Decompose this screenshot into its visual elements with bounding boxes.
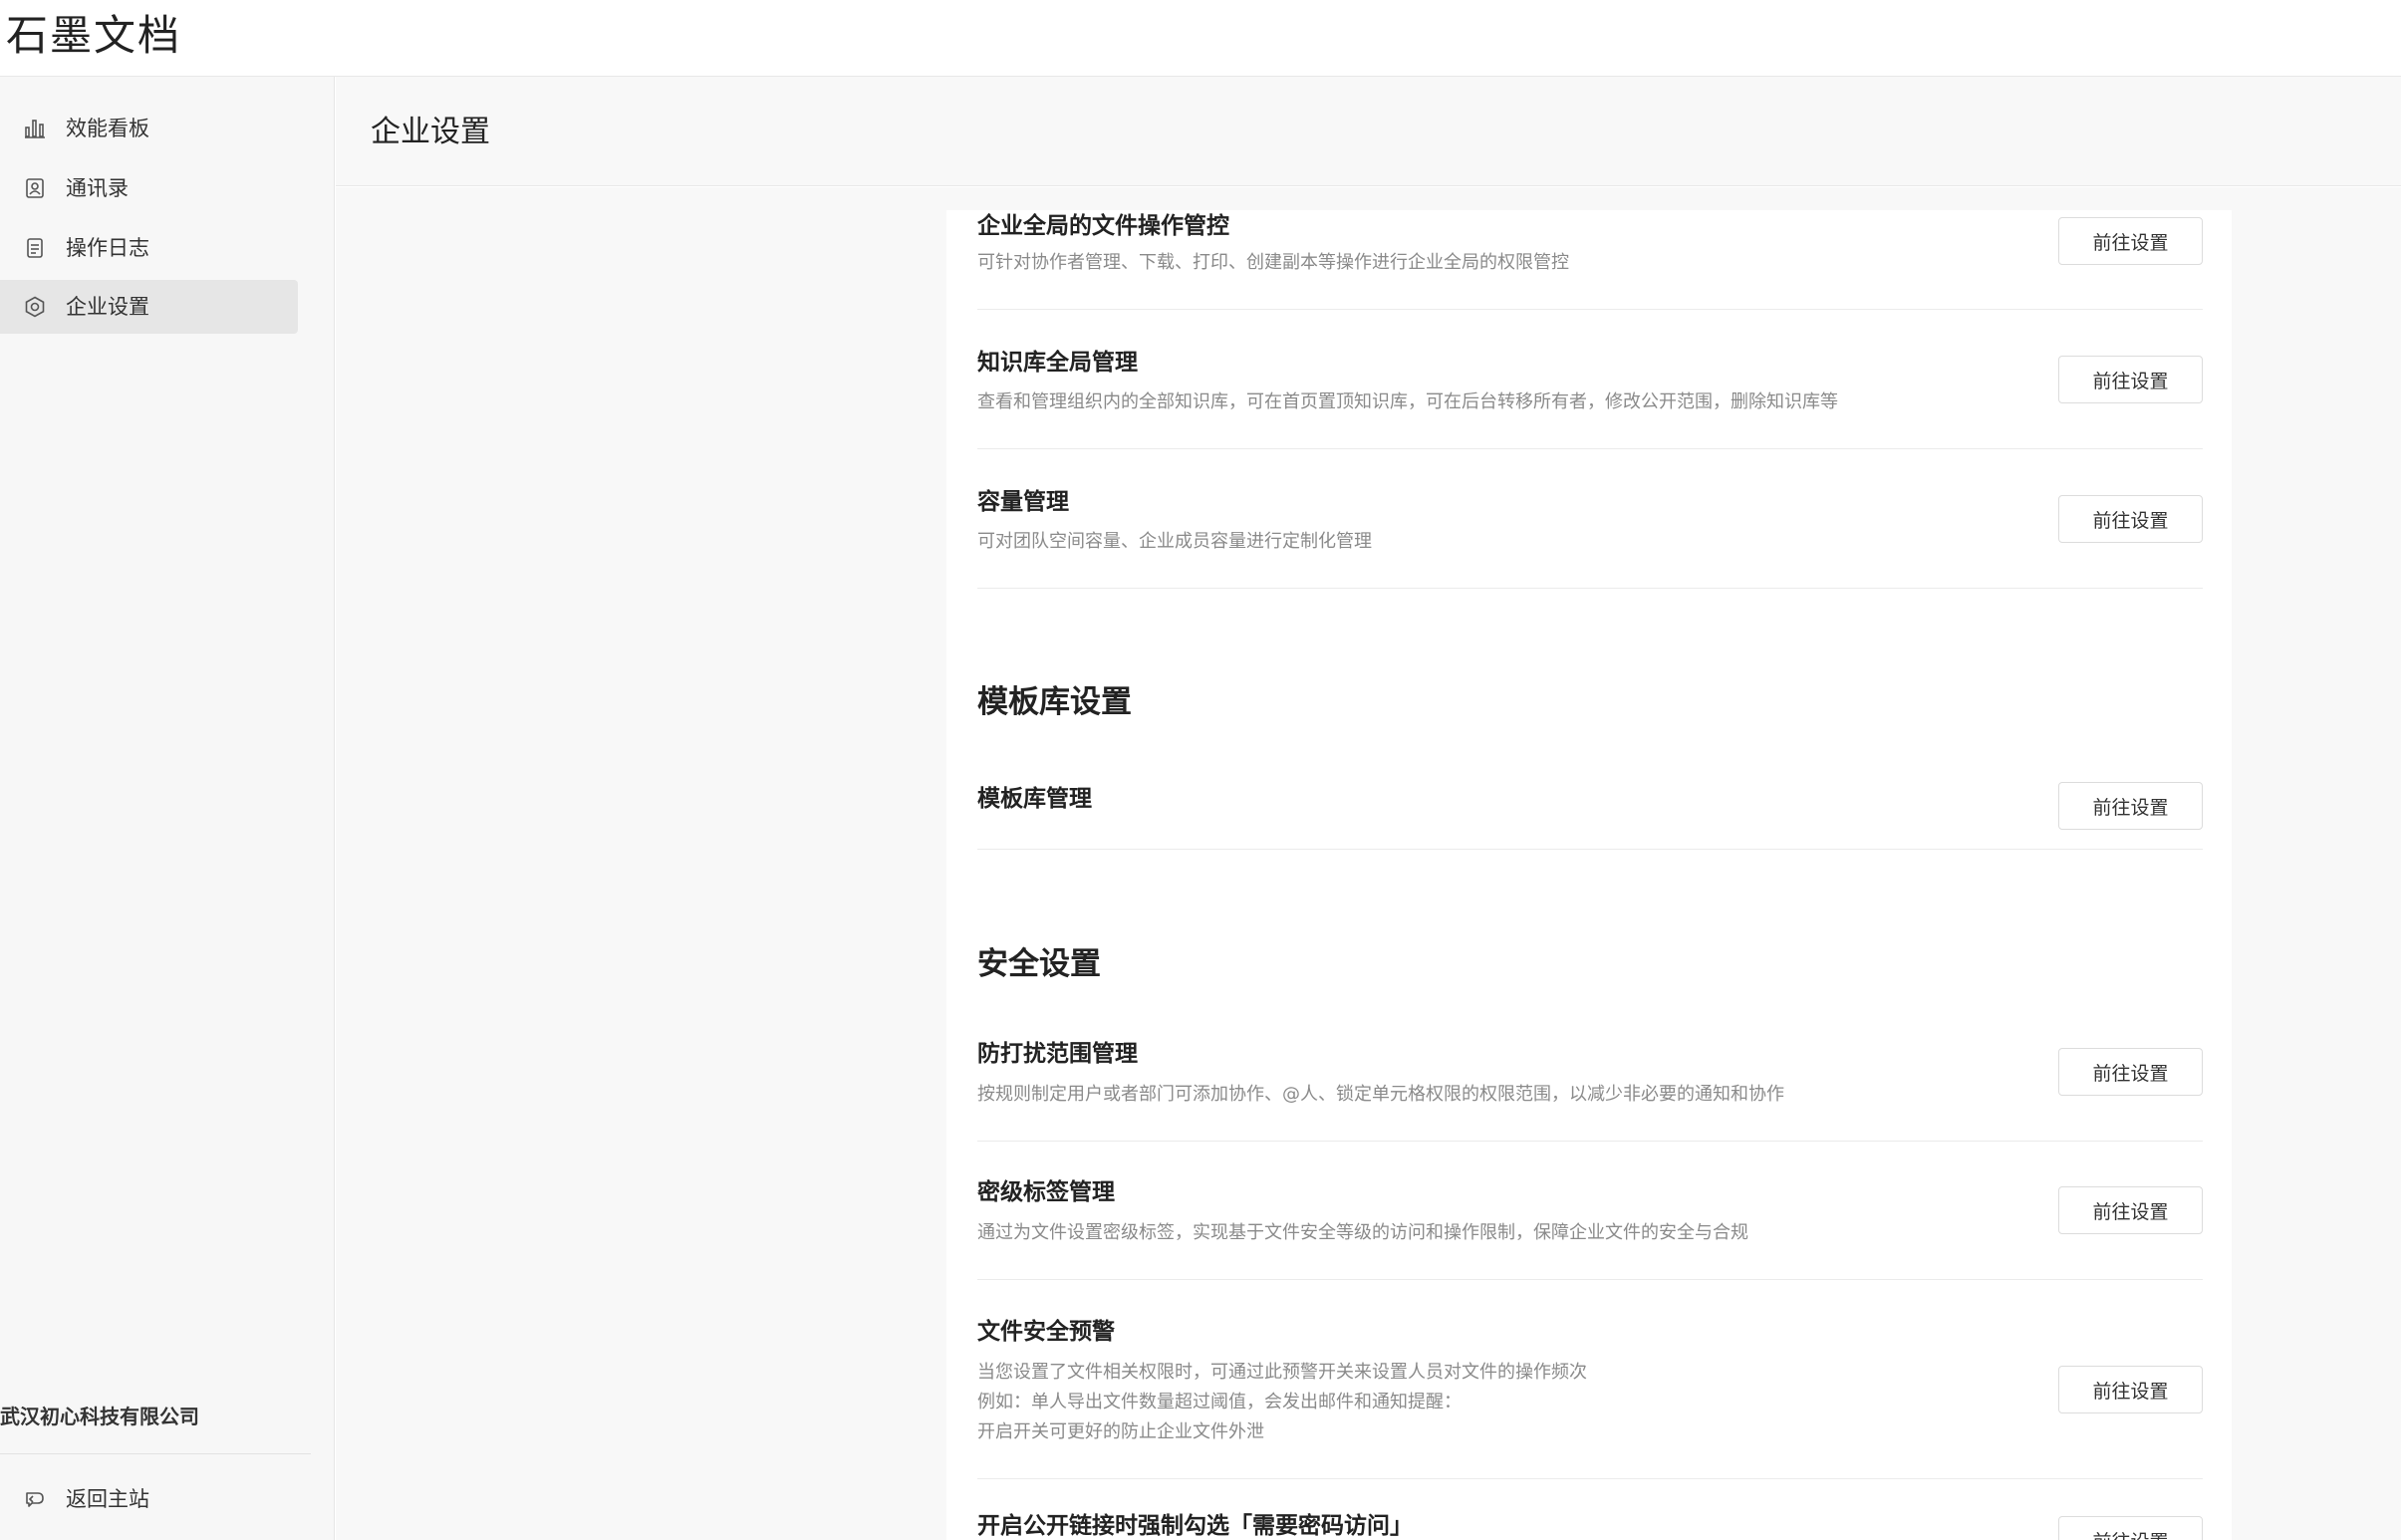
setting-title: 文件安全预警 <box>977 1319 1115 1345</box>
sidebar: 效能看板 通讯录 操作日志 企业设置 武汉初心科技有限公司 返回主站 <box>0 77 335 1540</box>
setting-desc: 可对团队空间容量、企业成员容量进行定制化管理 <box>977 531 1372 552</box>
setting-row: 知识库全局管理 查看和管理组织内的全部知识库，可在首页置顶知识库，可在后台转移所… <box>977 310 2203 449</box>
setting-desc-line: 例如：单人导出文件数量超过阈值，会发出邮件和通知提醒： <box>977 1392 1462 1412</box>
go-settings-button[interactable]: 前往设置 <box>2058 1186 2203 1234</box>
setting-desc: 查看和管理组织内的全部知识库，可在首页置顶知识库，可在后台转移所有者，修改公开范… <box>977 391 1838 412</box>
settings-panel[interactable]: 企业全局的文件操作管控 可针对协作者管理、下载、打印、创建副本等操作进行企业全局… <box>946 210 2232 1540</box>
section-title-templates: 模板库设置 <box>977 684 1132 720</box>
setting-desc-line: 当您设置了文件相关权限时，可通过此预警开关来设置人员对文件的操作频次 <box>977 1362 1587 1383</box>
setting-row: 容量管理 可对团队空间容量、企业成员容量进行定制化管理 前往设置 <box>977 449 2203 589</box>
sidebar-item-logs[interactable]: 操作日志 <box>0 221 298 275</box>
page-title: 企业设置 <box>371 115 490 149</box>
sidebar-item-dashboard[interactable]: 效能看板 <box>0 102 298 155</box>
setting-title: 防打扰范围管理 <box>977 1041 1138 1067</box>
company-name: 武汉初心科技有限公司 <box>0 1405 199 1428</box>
log-icon <box>27 238 43 258</box>
main-header: 企业设置 <box>336 77 2401 186</box>
setting-title: 开启公开链接时强制勾选「需要密码访问」 <box>977 1513 1413 1539</box>
settings-icon <box>25 296 45 318</box>
go-settings-button[interactable]: 前往设置 <box>2058 217 2203 265</box>
setting-desc-line: 开启开关可更好的防止企业文件外泄 <box>977 1421 1264 1442</box>
setting-row: 开启公开链接时强制勾选「需要密码访问」 前往设置 <box>977 1479 2203 1540</box>
setting-title: 企业全局的文件操作管控 <box>977 213 1229 239</box>
sidebar-item-enterprise-settings[interactable]: 企业设置 <box>0 280 298 334</box>
setting-title: 知识库全局管理 <box>977 350 1138 376</box>
divider <box>0 1453 311 1454</box>
go-settings-button[interactable]: 前往设置 <box>2058 495 2203 543</box>
go-settings-button[interactable]: 前往设置 <box>2058 1366 2203 1413</box>
setting-row: 企业全局的文件操作管控 可针对协作者管理、下载、打印、创建副本等操作进行企业全局… <box>977 210 2203 310</box>
setting-row: 防打扰范围管理 按规则制定用户或者部门可添加协作、@人、锁定单元格权限的权限范围… <box>977 1007 2203 1142</box>
go-settings-button[interactable]: 前往设置 <box>2058 1048 2203 1096</box>
setting-title: 密级标签管理 <box>977 1179 1115 1205</box>
sidebar-item-contacts[interactable]: 通讯录 <box>0 161 298 215</box>
setting-title: 容量管理 <box>977 489 1069 515</box>
back-label: 返回主站 <box>66 1487 149 1511</box>
setting-row: 文件安全预警 当您设置了文件相关权限时，可通过此预警开关来设置人员对文件的操作频… <box>977 1280 2203 1479</box>
back-to-main-link[interactable]: 返回主站 <box>0 1472 298 1526</box>
go-settings-button[interactable]: 前往设置 <box>2058 1516 2203 1540</box>
setting-row: 模板库管理 前往设置 <box>977 748 2203 850</box>
top-bar: 石墨文档 <box>0 0 2401 77</box>
setting-desc: 通过为文件设置密级标签，实现基于文件安全等级的访问和操作限制，保障企业文件的安全… <box>977 1222 1748 1243</box>
app-logo[interactable]: 石墨文档 <box>6 8 181 64</box>
sidebar-item-label: 通讯录 <box>66 176 129 200</box>
setting-title: 模板库管理 <box>977 786 1092 812</box>
contacts-icon <box>26 178 44 198</box>
sidebar-item-label: 效能看板 <box>66 117 149 140</box>
go-settings-button[interactable]: 前往设置 <box>2058 356 2203 403</box>
section-title-security: 安全设置 <box>977 946 1101 982</box>
sidebar-item-label: 企业设置 <box>66 295 149 319</box>
back-icon <box>26 1492 44 1507</box>
setting-row: 密级标签管理 通过为文件设置密级标签，实现基于文件安全等级的访问和操作限制，保障… <box>977 1142 2203 1280</box>
go-settings-button[interactable]: 前往设置 <box>2058 782 2203 830</box>
sidebar-item-label: 操作日志 <box>66 236 149 260</box>
bar-chart-icon <box>25 120 45 138</box>
setting-desc: 可针对协作者管理、下载、打印、创建副本等操作进行企业全局的权限管控 <box>977 252 1569 273</box>
setting-desc: 按规则制定用户或者部门可添加协作、@人、锁定单元格权限的权限范围，以减少非必要的… <box>977 1084 1784 1105</box>
